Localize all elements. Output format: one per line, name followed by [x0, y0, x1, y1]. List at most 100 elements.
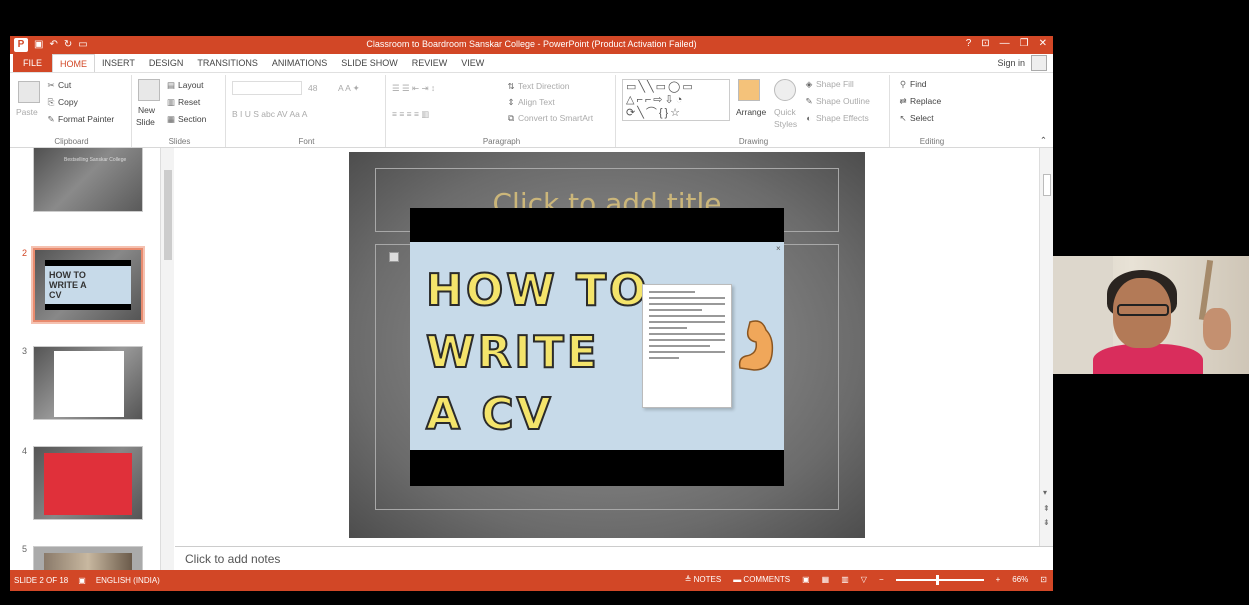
ribbon: Paste ✂ Cut ⎘ Copy ✎ Format Painter Clipboa…	[10, 72, 1053, 148]
slide-thumbnail-5[interactable]	[33, 546, 143, 570]
reading-view-icon[interactable]: ▥	[841, 575, 849, 584]
ribbon-display-icon[interactable]: ⊡	[981, 38, 989, 49]
scroll-down-icon[interactable]: ▾	[1043, 488, 1047, 497]
tab-review[interactable]: REVIEW	[405, 54, 455, 72]
powerpoint-window: P ▣ ↶ ↻ ▭ Classroom to Boardroom Sanskar…	[10, 36, 1053, 591]
webcam-person-body	[1093, 344, 1203, 374]
tab-view[interactable]: VIEW	[454, 54, 491, 72]
arrange-button[interactable]: Arrange	[736, 107, 766, 117]
slide-canvas[interactable]: Click to add title HOW TO WRITE A CV ×	[349, 152, 865, 538]
align-text-button[interactable]: ⇕ Align Text	[506, 97, 554, 108]
zoom-slider-handle[interactable]	[935, 574, 939, 585]
editor-scroll-thumb[interactable]	[1043, 174, 1051, 196]
shapes-gallery[interactable]: ▭╲╲▭◯▭ △⌐⌐⇨⇩◔ ⟳╲⌒{}☆	[622, 79, 730, 121]
embedded-video[interactable]: HOW TO WRITE A CV ×	[410, 208, 784, 486]
format-painter-button[interactable]: ✎ Format Painter	[46, 114, 114, 125]
replace-button[interactable]: ⇄ Replace	[898, 96, 941, 107]
tab-design[interactable]: DESIGN	[142, 54, 191, 72]
new-slide-label-1[interactable]: New	[138, 105, 155, 115]
smartart-icon: ⧉	[507, 113, 515, 123]
clipboard-group: Paste ✂ Cut ⎘ Copy ✎ Format Painter Clipboa…	[12, 75, 132, 147]
tab-transitions[interactable]: TRANSITIONS	[190, 54, 265, 72]
layout-button[interactable]: ▤ Layout	[166, 80, 204, 91]
new-slide-label-2[interactable]: Slide	[136, 117, 155, 127]
drawing-group-label: Drawing	[738, 137, 769, 146]
tab-home[interactable]: HOME	[52, 54, 96, 72]
slide-thumbnail-1[interactable]: Bestselling Sanskar College	[33, 148, 143, 212]
editor-scrollbar[interactable]: ▾ ⇞ ⇟	[1039, 148, 1053, 546]
font-name-box[interactable]	[232, 81, 302, 95]
shape-effects-button[interactable]: ◐ Shape Effects	[804, 113, 868, 123]
collapse-ribbon-icon[interactable]: ⌃	[1040, 135, 1047, 146]
slide-number-5: 5	[22, 544, 28, 554]
zoom-level[interactable]: 66%	[1012, 575, 1028, 584]
select-button[interactable]: ↖ Select	[898, 113, 933, 124]
convert-smartart-button[interactable]: ⧉ Convert to SmartArt	[506, 113, 593, 124]
normal-view-icon[interactable]: ▣	[802, 575, 810, 584]
list-icons[interactable]: ☰ ☰ ⇤ ⇥ ↕	[392, 83, 435, 94]
paste-label[interactable]: Paste	[16, 107, 38, 117]
slide-sorter-icon[interactable]: ▦	[822, 575, 830, 584]
slide-thumbnail-2[interactable]: HOW TO WRITE A CV	[31, 246, 145, 324]
clipboard-group-label: Clipboard	[54, 137, 89, 146]
spellcheck-icon[interactable]: ▣	[78, 576, 86, 585]
shape-outline-button[interactable]: ✎ Shape Outline	[804, 96, 869, 107]
zoom-out-icon[interactable]: −	[879, 575, 884, 584]
copy-button[interactable]: ⎘ Copy	[46, 97, 78, 108]
screen: P ▣ ↶ ↻ ▭ Classroom to Boardroom Sanskar…	[0, 0, 1249, 605]
font-format-icons[interactable]: B I U S abc AV Aa A	[232, 109, 307, 119]
sign-in-link[interactable]: Sign in	[997, 58, 1025, 68]
find-button[interactable]: ⚲ Find	[898, 79, 927, 90]
webcam-person-hand	[1203, 308, 1231, 350]
notes-button[interactable]: ≜ NOTES	[685, 575, 722, 584]
language-indicator[interactable]: ENGLISH (INDIA)	[96, 576, 160, 585]
tab-animations[interactable]: ANIMATIONS	[265, 54, 334, 72]
notes-placeholder-text: Click to add notes	[185, 552, 281, 566]
align-icons[interactable]: ≡ ≡ ≡ ≡ ▥	[392, 109, 429, 120]
minimize-button[interactable]: —	[1000, 38, 1010, 49]
copy-icon: ⎘	[47, 97, 55, 107]
placeholder-insert-icon[interactable]	[389, 252, 399, 262]
restore-button[interactable]: ❐	[1020, 38, 1029, 49]
section-button[interactable]: ▦ Section	[166, 114, 206, 125]
slideshow-icon[interactable]: ▽	[861, 575, 867, 584]
reset-button[interactable]: ▥ Reset	[166, 97, 200, 108]
paste-icon[interactable]	[18, 81, 40, 103]
tab-file[interactable]: FILE	[13, 54, 53, 72]
arrange-icon[interactable]	[738, 79, 760, 101]
slide-thumbnail-4[interactable]	[33, 446, 143, 520]
slides-group-label: Slides	[168, 137, 191, 146]
previous-slide-icon[interactable]: ⇞	[1043, 504, 1050, 513]
notes-pane[interactable]: Click to add notes	[175, 546, 1053, 570]
account-avatar-icon[interactable]	[1031, 55, 1047, 71]
shape-fill-button[interactable]: ◈ Shape Fill	[804, 79, 854, 90]
editing-group-label: Editing	[919, 137, 945, 146]
cursor-icon: ↖	[899, 113, 907, 123]
quick-styles-label-2[interactable]: Styles	[774, 119, 797, 129]
help-icon[interactable]: ?	[966, 38, 972, 49]
thumbnails-scroll-thumb[interactable]	[164, 170, 172, 260]
font-size-box[interactable]: 48	[308, 83, 317, 93]
tab-insert[interactable]: INSERT	[95, 54, 142, 72]
video-close-icon[interactable]: ×	[776, 244, 781, 253]
next-slide-icon[interactable]: ⇟	[1043, 518, 1050, 527]
zoom-slider[interactable]	[895, 574, 984, 585]
quick-styles-icon[interactable]	[774, 79, 796, 101]
thumbnails-scrollbar[interactable]	[160, 148, 174, 570]
comments-button[interactable]: ▬ COMMENTS	[733, 575, 790, 584]
status-bar: SLIDE 2 OF 18 ▣ ENGLISH (INDIA) ≜ NOTES …	[10, 570, 1053, 591]
effects-icon: ◐	[806, 113, 812, 123]
text-direction-button[interactable]: ⇅ Text Direction	[506, 81, 569, 92]
tab-slide-show[interactable]: SLIDE SHOW	[334, 54, 405, 72]
fit-slide-icon[interactable]: ⊡	[1040, 575, 1047, 584]
zoom-in-icon[interactable]: +	[996, 575, 1001, 584]
close-button[interactable]: ✕	[1039, 38, 1047, 49]
comment-icon: ▬	[733, 575, 744, 584]
new-slide-icon[interactable]	[138, 79, 160, 101]
quick-styles-label-1[interactable]: Quick	[774, 107, 796, 117]
title-bar: P ▣ ↶ ↻ ▭ Classroom to Boardroom Sanskar…	[10, 36, 1053, 54]
cut-button[interactable]: ✂ Cut	[46, 80, 71, 91]
thumbnail-3-document	[54, 351, 124, 417]
font-grow-shrink-icon[interactable]: A A ✦	[338, 83, 360, 94]
slide-thumbnail-3[interactable]	[33, 346, 143, 420]
